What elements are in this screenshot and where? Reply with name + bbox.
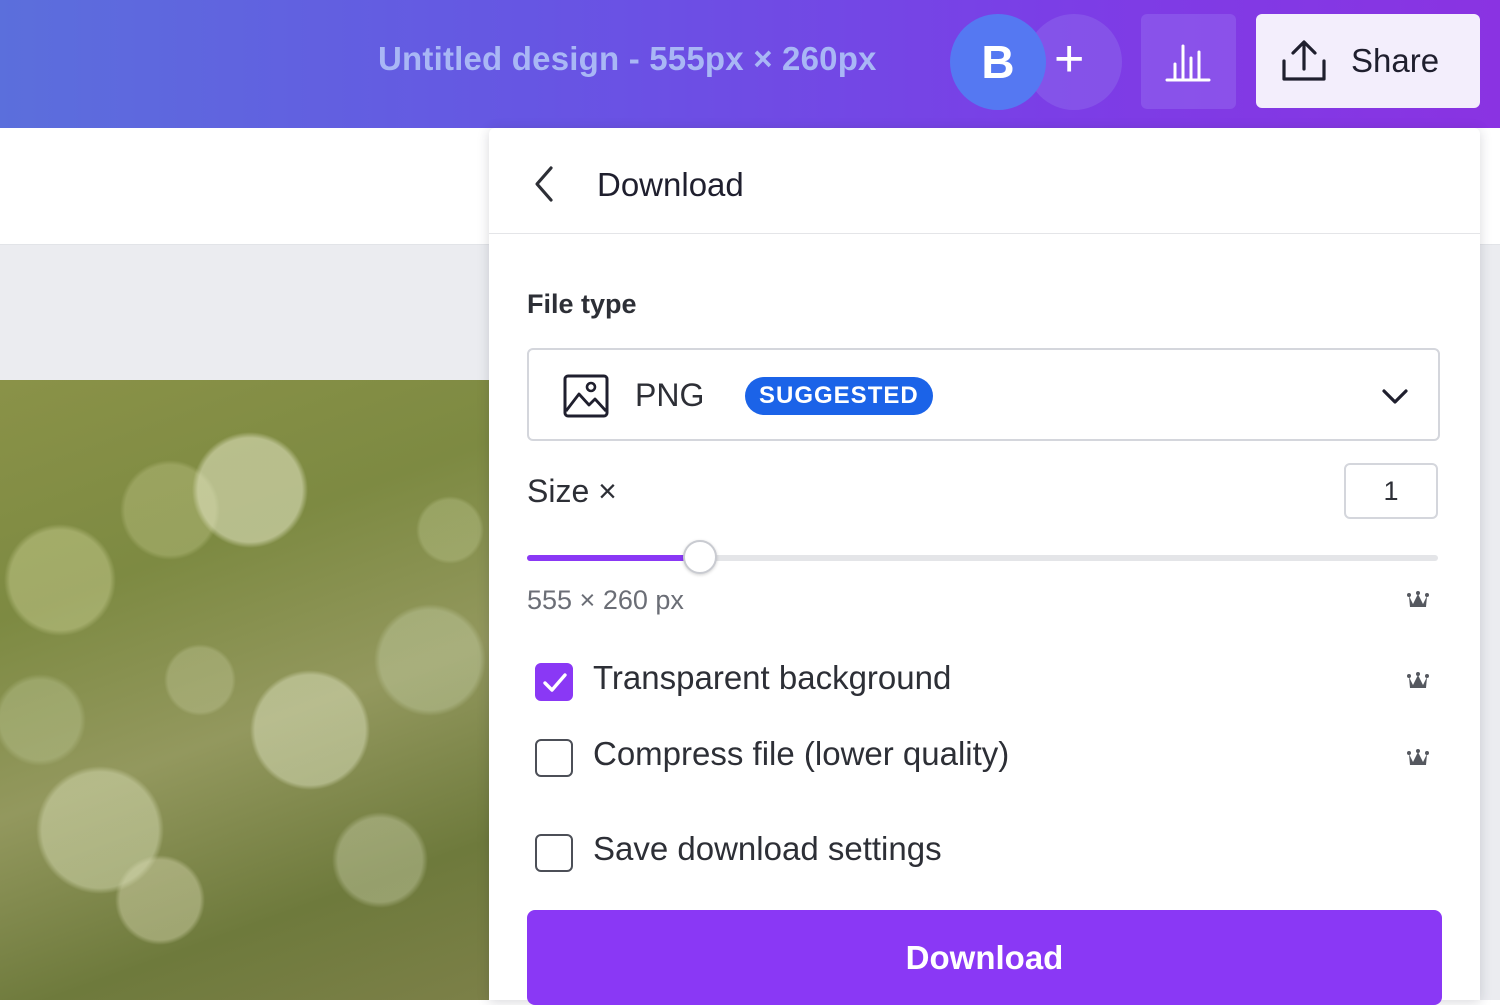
dimensions-text: 555 × 260 px: [527, 585, 684, 615]
crown-icon: [1407, 672, 1429, 688]
back-button[interactable]: [527, 164, 563, 204]
plus-icon: +: [1054, 30, 1085, 88]
save-download-settings-checkbox[interactable]: [535, 834, 573, 872]
size-slider-thumb[interactable]: [683, 540, 718, 574]
design-title[interactable]: Untitled design - 555px × 260px: [378, 40, 877, 78]
bar-chart-icon: [1165, 44, 1211, 82]
crown-icon: [1407, 749, 1429, 765]
size-input[interactable]: 1: [1344, 463, 1438, 519]
suggested-badge: SUGGESTED: [745, 377, 933, 415]
share-label: Share: [1351, 42, 1440, 79]
file-type-value: PNG: [635, 377, 705, 413]
upload-icon: [1282, 40, 1326, 81]
avatar[interactable]: B: [950, 14, 1046, 110]
download-button[interactable]: Download: [527, 910, 1442, 1005]
chevron-left-icon: [535, 166, 553, 202]
checkmark-icon: [543, 673, 567, 692]
file-type-select[interactable]: PNG SUGGESTED: [527, 348, 1440, 441]
compress-file-label: Compress file (lower quality): [593, 735, 1010, 772]
transparent-background-checkbox[interactable]: [535, 663, 573, 701]
save-download-settings-label: Save download settings: [593, 830, 942, 867]
size-label: Size ×: [527, 473, 617, 509]
top-bar: Untitled design - 555px × 260px + B Shar…: [0, 0, 1500, 128]
transparent-background-label: Transparent background: [593, 659, 952, 696]
crown-icon: [1407, 591, 1429, 607]
collaborators: + B: [950, 14, 1122, 110]
compress-file-checkbox[interactable]: [535, 739, 573, 777]
panel-header: Download: [489, 128, 1480, 234]
share-button[interactable]: Share: [1256, 14, 1480, 108]
design-canvas-image[interactable]: [0, 380, 490, 1000]
download-panel: Download File type PNG SUGGESTED Size × …: [489, 128, 1480, 1005]
insights-button[interactable]: [1141, 14, 1236, 109]
size-slider-fill: [527, 555, 701, 561]
size-slider[interactable]: [527, 540, 1438, 574]
chevron-down-icon: [1382, 389, 1408, 404]
image-icon: [563, 374, 609, 418]
panel-title: Download: [597, 166, 744, 203]
file-type-label: File type: [527, 289, 637, 319]
